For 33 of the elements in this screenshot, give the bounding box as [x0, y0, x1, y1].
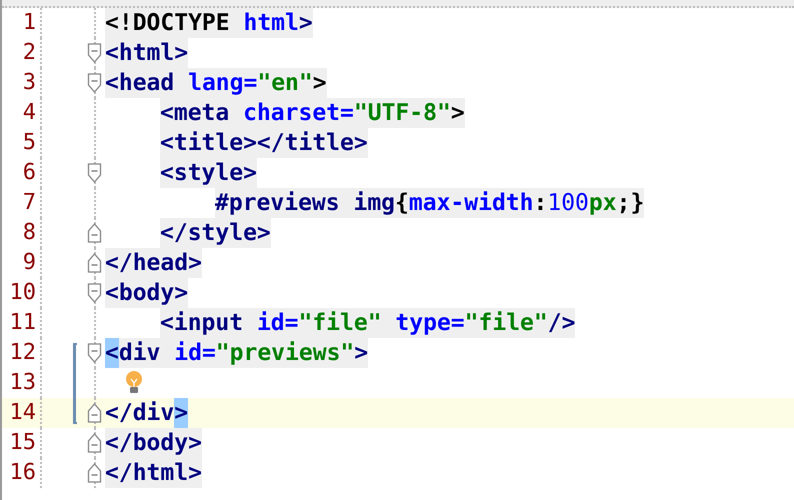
line-number: 6	[2, 158, 42, 188]
line-number: 2	[2, 38, 42, 68]
fold-icon[interactable]	[87, 163, 102, 183]
unfold-icon[interactable]	[87, 403, 102, 423]
line-number: 14	[2, 398, 42, 428]
line-number: 3	[2, 68, 42, 98]
line-number: 16	[2, 458, 42, 488]
line-number: 8	[2, 218, 42, 248]
code-line: <!DOCTYPE html>	[105, 8, 313, 38]
code-line: <meta charset="UTF-8">	[160, 98, 465, 128]
fold-icon[interactable]	[87, 73, 102, 93]
line-number: 1	[2, 8, 42, 38]
line-number: 12	[2, 338, 42, 368]
code-line: <input id="file" type="file"/>	[160, 308, 576, 338]
line-number: 9	[2, 248, 42, 278]
fold-icon[interactable]	[87, 343, 102, 363]
line-number: 11	[2, 308, 42, 338]
line-number: 15	[2, 428, 42, 458]
fold-icon[interactable]	[87, 43, 102, 63]
line-number: 7	[2, 188, 42, 218]
unfold-icon[interactable]	[87, 223, 102, 243]
line-number: 5	[2, 128, 42, 158]
unfold-icon[interactable]	[87, 433, 102, 453]
code-line: <head lang="en">	[105, 68, 327, 98]
code-line: </div>	[105, 398, 188, 428]
line-number: 4	[2, 98, 42, 128]
line-number: 10	[2, 278, 42, 308]
code-line: #previews img{max-width:100px;}	[215, 188, 644, 218]
lightbulb-icon[interactable]	[124, 370, 144, 396]
code-line: <div id="previews">	[105, 338, 368, 368]
unfold-icon[interactable]	[87, 253, 102, 273]
fold-icon[interactable]	[87, 283, 102, 303]
unfold-icon[interactable]	[87, 463, 102, 483]
